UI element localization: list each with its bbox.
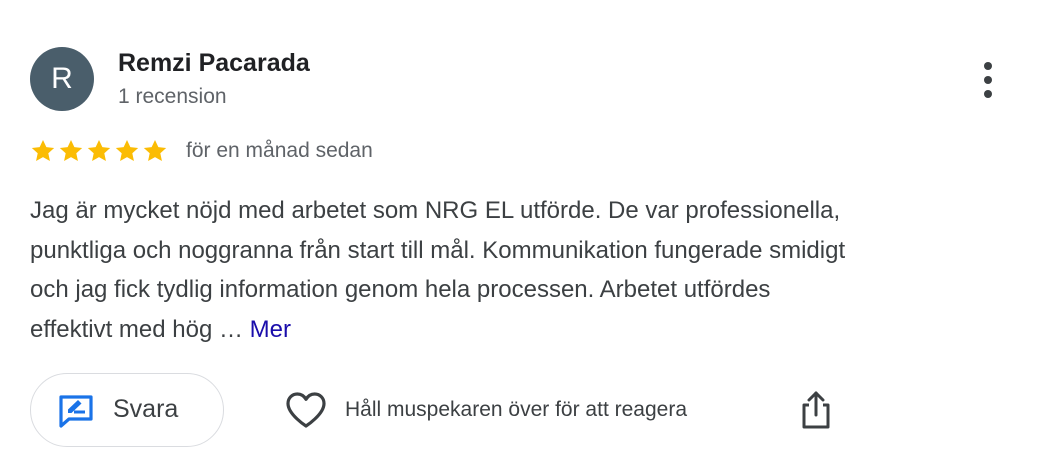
more-vert-icon-dot [984, 90, 992, 98]
heart-icon[interactable] [285, 391, 327, 429]
more-vert-icon-dot [984, 76, 992, 84]
avatar[interactable]: R [30, 47, 94, 111]
more-vert-icon [984, 62, 992, 70]
star-icon [86, 138, 112, 164]
avatar-initial: R [51, 62, 73, 95]
rating-row: för en månad sedan [30, 136, 373, 166]
review-text: Jag är mycket nöjd med arbetet som NRG E… [30, 191, 1010, 349]
star-rating [30, 138, 168, 164]
review-text-line: Jag är mycket nöjd med arbetet som NRG E… [30, 197, 841, 224]
reply-icon [58, 394, 94, 428]
share-icon[interactable] [800, 390, 832, 430]
review-date: för en månad sedan [186, 139, 373, 162]
star-icon [114, 138, 140, 164]
review-text-line: effektivt med hög … [30, 315, 243, 343]
review-text-line: punktliga och noggranna från start till … [30, 236, 846, 264]
star-icon [30, 138, 56, 164]
reply-button[interactable]: Svara [30, 373, 224, 447]
star-icon [142, 138, 168, 164]
author-name[interactable]: Remzi Pacarada [118, 49, 310, 78]
review-text-line: och jag fick tydlig information genom he… [30, 276, 771, 303]
author-review-count: 1 recension [118, 85, 227, 108]
review-text-last-line: effektivt med hög … Mer [30, 310, 1010, 350]
review-card: R Remzi Pacarada 1 recension för en måna… [0, 0, 1042, 470]
reply-label: Svara [113, 395, 179, 423]
react-hint-label: Håll muspekaren över för att reagera [345, 398, 687, 421]
read-more-link[interactable]: Mer [250, 316, 291, 343]
more-options-button[interactable] [968, 56, 1008, 104]
star-icon [58, 138, 84, 164]
